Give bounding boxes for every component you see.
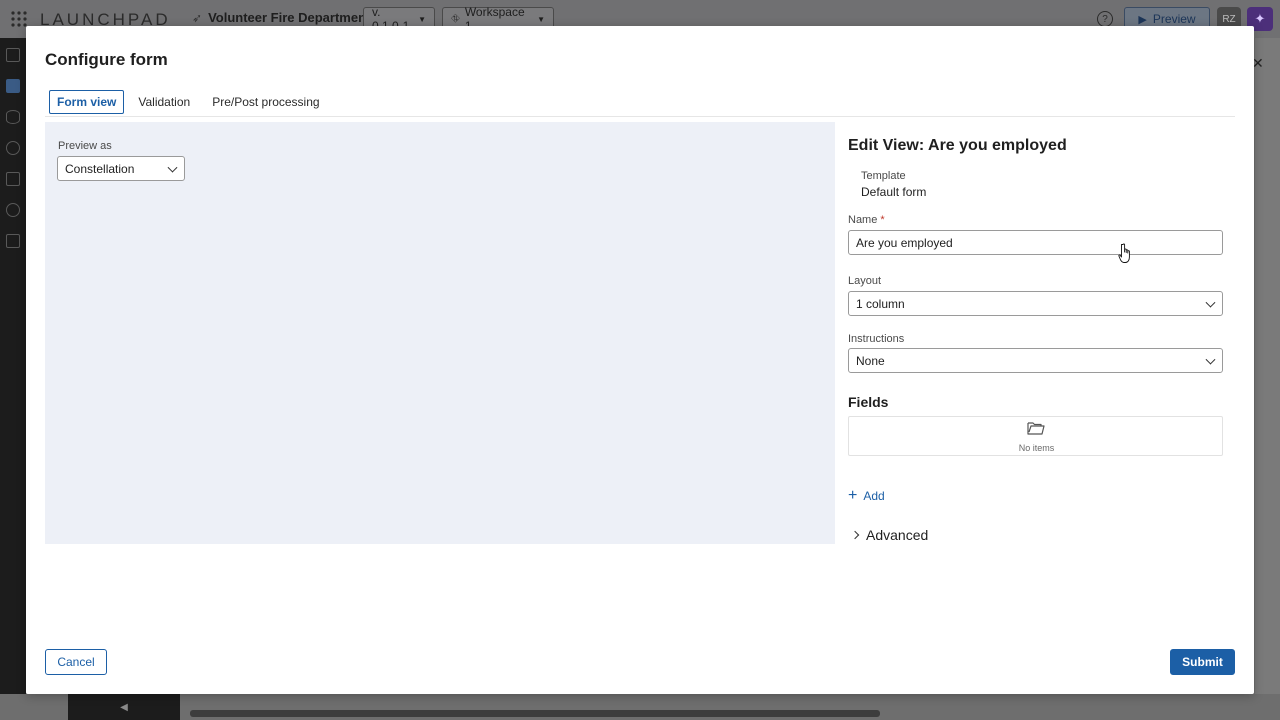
- collapse-icon[interactable]: ◀: [68, 694, 180, 720]
- settings-icon[interactable]: [6, 203, 20, 217]
- name-input[interactable]: [848, 230, 1223, 255]
- caret-down-icon: ▼: [418, 14, 426, 24]
- plus-icon: +: [848, 487, 858, 504]
- layout-value: 1 column: [856, 296, 905, 311]
- layout-label: Layout: [848, 275, 882, 287]
- home-icon[interactable]: [6, 48, 20, 62]
- folder-icon: [1027, 422, 1045, 435]
- add-field-button[interactable]: + Add: [848, 487, 885, 504]
- advanced-label: Advanced: [866, 527, 929, 543]
- name-label: Name *: [848, 214, 885, 226]
- edit-view-title: Edit View: Are you employed: [848, 137, 1067, 154]
- app-bottom-bar: ◀: [0, 694, 1280, 720]
- caret-down-icon: ▼: [537, 14, 545, 24]
- tab-pre-post-processing[interactable]: Pre/Post processing: [204, 90, 327, 114]
- add-label: Add: [863, 489, 885, 503]
- chevron-down-icon: [167, 162, 178, 173]
- instructions-value: None: [856, 353, 885, 368]
- template-label: Template: [861, 170, 906, 182]
- tab-validation[interactable]: Validation: [130, 90, 198, 114]
- no-items-text: No items: [1018, 443, 1055, 453]
- advanced-toggle[interactable]: Advanced: [848, 527, 928, 543]
- instructions-label: Instructions: [848, 333, 905, 345]
- form-preview-pane: Preview as Constellation: [45, 122, 835, 544]
- instructions-select[interactable]: None: [848, 348, 1223, 373]
- rocket-icon: ➶: [192, 10, 203, 25]
- template-value: Default form: [861, 185, 927, 199]
- users-icon[interactable]: [6, 141, 20, 155]
- chevron-down-icon: [1205, 297, 1216, 308]
- preview-as-select[interactable]: Constellation: [57, 156, 185, 181]
- tab-form-view[interactable]: Form view: [49, 90, 125, 114]
- app-sidebar: [0, 38, 26, 720]
- tabs-divider: [45, 116, 1235, 117]
- fields-list: No items: [848, 416, 1223, 456]
- configure-form-modal: Configure form Form view Validation Pre/…: [26, 26, 1254, 694]
- preview-as-label: Preview as: [58, 140, 112, 152]
- layout-select[interactable]: 1 column: [848, 291, 1223, 316]
- project-name[interactable]: ➶ Volunteer Fire Department: [192, 10, 370, 25]
- case-types-icon[interactable]: [6, 79, 20, 93]
- modal-title: Configure form: [45, 50, 168, 69]
- chevron-right-icon: [850, 530, 860, 540]
- fields-heading: Fields: [848, 394, 889, 410]
- channels-icon[interactable]: [6, 172, 20, 186]
- data-icon[interactable]: [6, 110, 20, 124]
- workspace-icon: ⛗: [451, 12, 460, 25]
- preview-as-value: Constellation: [65, 161, 135, 176]
- horizontal-scrollbar[interactable]: [190, 710, 880, 717]
- app-right-panel: [1255, 38, 1280, 720]
- apps-grid-icon[interactable]: [11, 11, 27, 27]
- preview-label: Preview: [1152, 12, 1196, 26]
- documents-icon[interactable]: [6, 234, 20, 248]
- submit-button[interactable]: Submit: [1170, 649, 1235, 675]
- hand-cursor-icon: [1118, 243, 1130, 263]
- cancel-button[interactable]: Cancel: [45, 649, 107, 675]
- help-icon[interactable]: ?: [1097, 11, 1113, 27]
- edit-view-panel: Edit View: Are you employed Template Def…: [848, 122, 1238, 552]
- project-name-label: Volunteer Fire Department: [208, 10, 371, 25]
- play-icon: ▶: [1138, 13, 1147, 26]
- chevron-down-icon: [1205, 354, 1216, 365]
- name-label-text: Name: [848, 214, 878, 226]
- tab-bar: Form view Validation Pre/Post processing: [49, 90, 334, 114]
- required-marker: *: [880, 214, 885, 226]
